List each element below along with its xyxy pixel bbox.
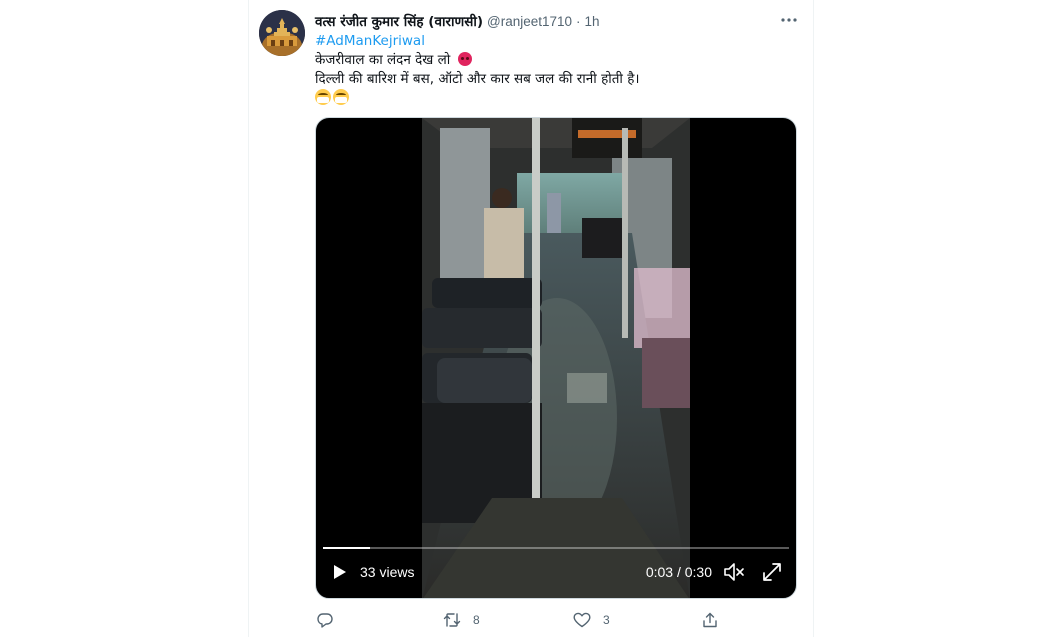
avatar-image [259, 10, 305, 56]
timeline-column: वत्स रंजीत कुमार सिंह (वाराणसी) @ranjeet… [248, 0, 814, 637]
video-player[interactable]: 33 views 0:03 / 0:30 [315, 117, 797, 599]
face-with-mask-icon [333, 89, 349, 105]
tweet-text: #AdManKejriwal केजरीवाल का लंदन देख लो द… [315, 32, 795, 108]
timestamp[interactable]: 1h [585, 14, 600, 29]
fullscreen-button[interactable] [760, 560, 784, 584]
avatar[interactable] [259, 10, 305, 56]
time-readout: 0:03 / 0:30 [645, 564, 712, 580]
view-count: 33 views [360, 564, 415, 580]
volume-button[interactable] [722, 560, 746, 584]
like-count: 3 [603, 613, 610, 627]
video-still [422, 118, 690, 598]
tweet[interactable]: वत्स रंजीत कुमार सिंह (वाराणसी) @ranjeet… [249, 0, 813, 637]
text-line-1-content: केजरीवाल का लंदन देख लो [315, 52, 451, 68]
retweet-icon [443, 613, 461, 627]
hashtag-link[interactable]: #AdManKejriwal [315, 33, 425, 49]
text-line-1: केजरीवाल का लंदन देख लो [315, 51, 795, 70]
video-controls: 33 views 0:03 / 0:30 [316, 542, 796, 598]
reply-icon [317, 613, 333, 628]
play-icon [334, 565, 346, 579]
tweet-actions: 8 3 [315, 610, 795, 630]
fullscreen-icon [763, 563, 781, 581]
controls-row: 33 views 0:03 / 0:30 [316, 558, 796, 586]
like-button[interactable]: 3 [573, 610, 610, 630]
reply-button[interactable] [317, 610, 333, 630]
display-name[interactable]: वत्स रंजीत कुमार सिंह (वाराणसी) [315, 12, 483, 30]
text-line-2-content: दिल्ली की बारिश में बस, ऑटो और कार सब जल… [315, 71, 640, 87]
hashtag-line: #AdManKejriwal [315, 32, 795, 51]
retweet-count: 8 [473, 613, 480, 627]
heart-icon [573, 612, 591, 628]
play-button[interactable] [330, 561, 350, 583]
share-button[interactable] [702, 610, 718, 630]
volume-icon [724, 563, 744, 581]
more-icon [781, 18, 797, 22]
user-handle[interactable]: @ranjeet1710 [487, 14, 572, 29]
face-with-mask-icon [315, 89, 331, 105]
angry-face-icon [457, 52, 472, 66]
page: वत्स रंजीत कुमार सिंह (वाराणसी) @ranjeet… [0, 0, 1062, 637]
text-line-2: दिल्ली की बारिश में बस, ऑटो और कार सब जल… [315, 70, 795, 89]
separator-dot: · [576, 13, 581, 29]
retweet-button[interactable]: 8 [443, 610, 480, 630]
tweet-header: वत्स रंजीत कुमार सिंह (वाराणसी) @ranjeet… [315, 11, 600, 31]
video-frame[interactable] [422, 118, 690, 598]
text-line-3 [315, 89, 795, 108]
progress-bar[interactable] [323, 547, 789, 549]
share-icon [703, 612, 717, 628]
more-options-button[interactable] [777, 10, 801, 30]
progress-fill [323, 547, 370, 549]
